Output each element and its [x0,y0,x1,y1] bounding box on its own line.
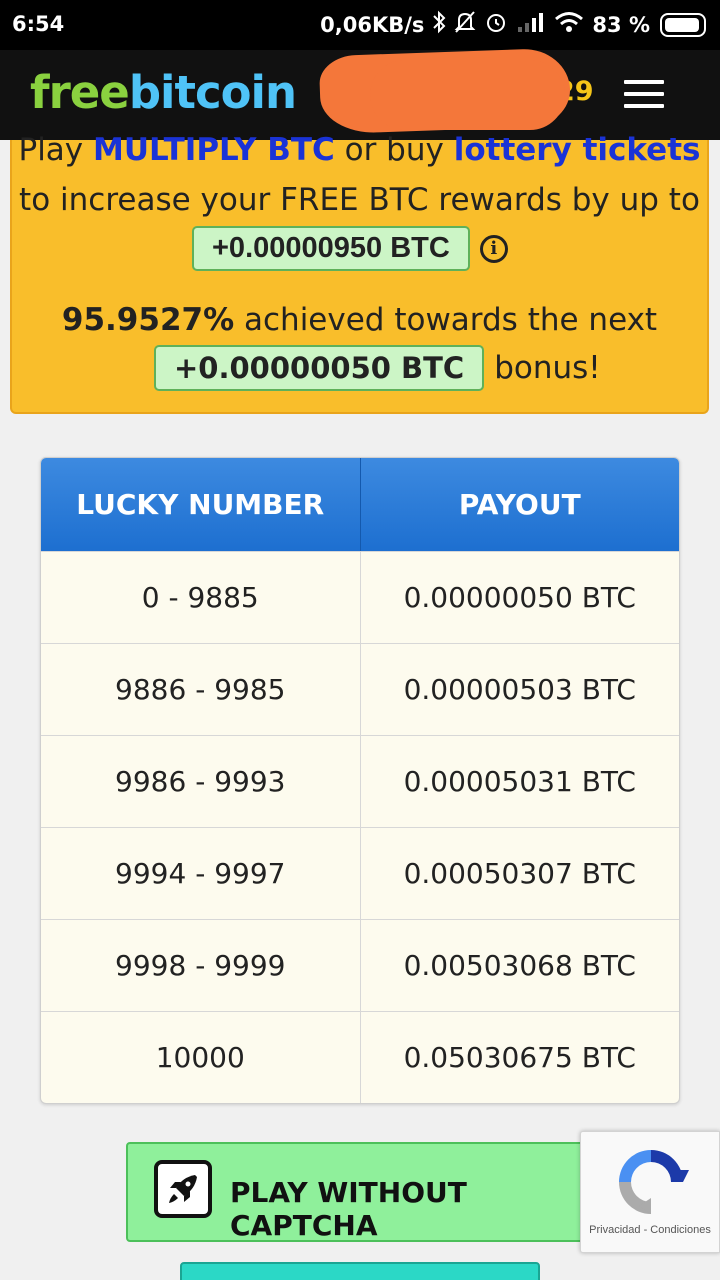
mute-notifications-icon [454,10,476,39]
table-row: 9998 - 9999 0.00503068 BTC [41,919,679,1011]
lucky-number-cell: 10000 [41,1012,361,1103]
payout-cell: 0.00000503 BTC [403,673,636,706]
alarm-icon [484,10,508,39]
bonus-amount-badge: +0.00000050 BTC [154,345,485,391]
lucky-number-cell: 9986 - 9993 [41,736,361,827]
promo-line-2: to increase your FREE BTC rewards by up … [19,182,700,218]
reward-amount-badge: +0.00000950 BTC [192,226,470,271]
site-logo[interactable]: freebitcoin [30,66,297,119]
table-row: 9994 - 9997 0.00050307 BTC [41,827,679,919]
lucky-number-cell: 9994 - 9997 [41,828,361,919]
recaptcha-icon [619,1150,689,1214]
lucky-number-cell: 0 - 9885 [41,552,361,643]
table-row: 9986 - 9993 0.00005031 BTC [41,735,679,827]
signal-icon [516,11,546,38]
table-row: 0 - 9885 0.00000050 BTC [41,551,679,643]
column-header-payout: PAYOUT [458,488,581,521]
table-row: 9886 - 9985 0.00000503 BTC [41,643,679,735]
progress-line: 95.9527% achieved towards the next [12,302,707,338]
percent-achieved: 95.9527% [61,302,235,338]
multiply-btc-link[interactable]: MULTIPLY BTC [93,132,335,168]
logo-free: free [30,66,130,119]
battery-percent: 83 % [592,12,650,37]
recaptcha-badge[interactable]: Privacidad - Condiciones [580,1131,720,1253]
promo-line-1: Play MULTIPLY BTC or buy lottery tickets [12,132,707,168]
payout-table: LUCKY NUMBER PAYOUT 0 - 9885 0.00000050 … [40,457,680,1104]
payout-cell: 0.00000050 BTC [403,581,636,614]
wifi-icon [554,11,584,38]
logo-bitcoin: bitcoin [128,66,297,119]
table-row: 10000 0.05030675 BTC [41,1011,679,1103]
network-speed: 0,06KB/s [320,12,425,37]
table-header: LUCKY NUMBER PAYOUT [41,458,679,551]
percent-text: achieved towards the next [234,302,658,338]
bluetooth-icon [432,10,446,39]
payout-cell: 0.00005031 BTC [403,765,636,798]
hamburger-menu-icon[interactable] [624,80,664,110]
reward-promo-box: Play MULTIPLY BTC or buy lottery tickets… [10,132,709,414]
lottery-tickets-link[interactable]: lottery tickets [454,132,701,168]
status-icons: 0,06KB/s 83 % [320,10,706,39]
battery-icon [660,12,706,37]
payout-cell: 0.00050307 BTC [403,857,636,890]
next-action-button[interactable] [180,1262,540,1280]
lucky-number-cell: 9886 - 9985 [41,644,361,735]
reward-row: +0.00000950 BTC i [192,226,508,271]
clock: 6:54 [12,12,65,36]
redaction-mark-2 [370,60,565,130]
bonus-row: +0.00000050 BTC bonus! [154,345,601,391]
payout-cell: 0.00503068 BTC [403,949,636,982]
lucky-number-cell: 9998 - 9999 [41,920,361,1011]
info-icon[interactable]: i [479,234,508,263]
play-without-captcha-button[interactable]: PLAY WITHOUT CAPTCHA [126,1142,596,1242]
play-button-label: PLAY WITHOUT CAPTCHA [230,1176,467,1242]
rocket-icon [154,1160,212,1218]
status-bar: 6:54 0,06KB/s 83 % [0,0,720,50]
payout-cell: 0.05030675 BTC [403,1041,636,1074]
bonus-suffix: bonus! [494,350,601,386]
recaptcha-links[interactable]: Privacidad - Condiciones [581,1224,719,1236]
promo-text: or buy [334,132,454,168]
promo-text: Play [18,132,94,168]
column-header-lucky-number: LUCKY NUMBER [41,458,361,551]
